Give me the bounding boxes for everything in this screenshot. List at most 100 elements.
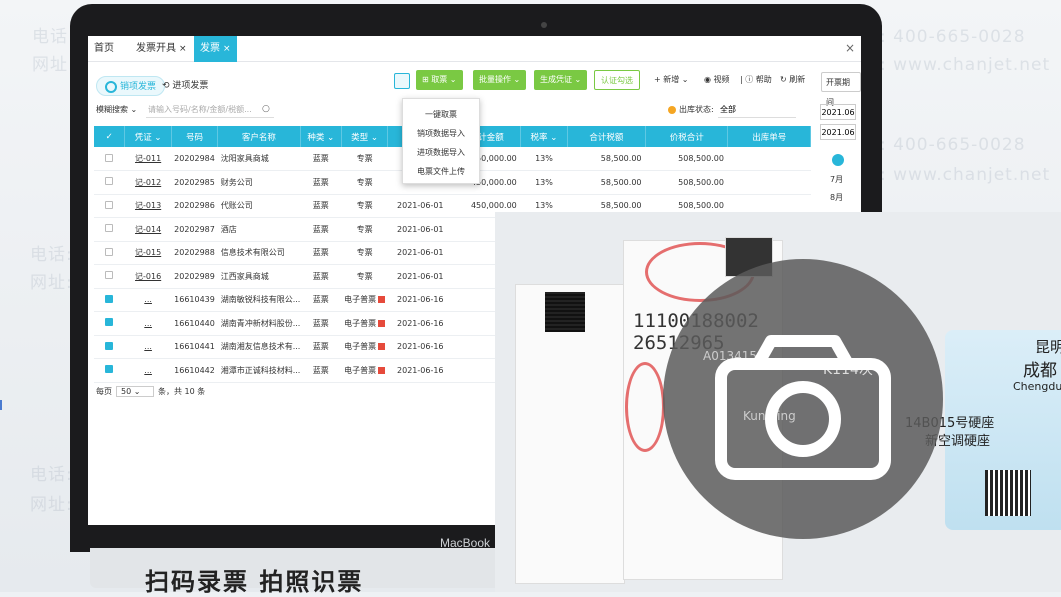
cell-voucher[interactable]: 记-014 <box>124 217 172 242</box>
row-checkbox[interactable] <box>94 217 125 242</box>
cell-name: 财务公司 <box>217 170 301 195</box>
grid-view-button[interactable] <box>394 73 410 89</box>
row-checkbox[interactable] <box>94 147 125 171</box>
row-checkbox[interactable] <box>94 194 125 218</box>
month-item[interactable]: 7月 <box>830 174 843 185</box>
checkbox-icon[interactable] <box>105 365 114 374</box>
month-item[interactable]: 8月 <box>830 192 843 203</box>
col-type[interactable]: 类型 ⌄ <box>341 126 389 147</box>
cell-kind: 蓝票 <box>300 311 342 336</box>
tab-invoice[interactable]: 发票 × <box>194 36 237 62</box>
checkbox-icon[interactable] <box>105 271 114 280</box>
cell-voucher[interactable]: 记-015 <box>124 241 172 265</box>
row-checkbox[interactable] <box>94 311 125 336</box>
pdf-icon[interactable] <box>378 296 386 304</box>
cell-tax: 58,500.00 <box>567 170 646 195</box>
page-size-select[interactable]: 50 ⌄ <box>116 386 154 397</box>
cell-text: 湖南敏锐科技有限公... <box>220 295 301 305</box>
cell-text: 电子普票 <box>344 318 377 328</box>
row-checkbox[interactable] <box>94 241 125 265</box>
checkbox-icon[interactable] <box>105 294 114 303</box>
checkbox-icon[interactable] <box>105 341 114 350</box>
select-all-checkbox[interactable]: ✓ <box>94 126 126 147</box>
invoice-photo: 11100188002 26512965 昆明 成都 Chengdu 14B01… <box>495 212 1061 592</box>
generate-voucher-button[interactable]: 生成凭证 ⌄ <box>534 70 588 90</box>
checkbox-icon[interactable] <box>105 153 114 162</box>
menu-item-file-upload[interactable]: 电票文件上传 <box>403 162 479 181</box>
cell-text: 酒店 <box>220 224 237 234</box>
period-end[interactable]: 2021.06 <box>820 124 856 140</box>
pdf-icon[interactable] <box>378 343 386 351</box>
window-close-icon[interactable]: × <box>845 41 855 55</box>
pdf-icon[interactable] <box>378 366 386 374</box>
cell-date: 2021-06-16 <box>387 358 453 383</box>
period-start[interactable]: 2021.06 <box>820 104 856 120</box>
search-icon[interactable]: ○ <box>262 104 270 114</box>
pager-label: 每页 <box>96 387 112 396</box>
col-rate[interactable]: 税率 ⌄ <box>520 126 568 147</box>
search-input[interactable]: 请输入号码/名称/金额/税额... <box>146 102 274 118</box>
cell-voucher[interactable]: 记-012 <box>124 170 172 195</box>
tab-invoice-issue[interactable]: 发票开具 × <box>130 36 193 62</box>
close-icon[interactable]: × <box>223 44 231 54</box>
video-button[interactable]: ◉ 视频 <box>698 70 736 90</box>
row-checkbox[interactable] <box>94 170 125 195</box>
fetch-invoice-button[interactable]: ⊞ 取票 ⌄ <box>416 70 463 90</box>
cell-type: 电子普票 <box>341 358 388 383</box>
add-button[interactable]: + 新增 ⌄ <box>648 70 695 90</box>
pdf-icon[interactable] <box>378 319 386 327</box>
status-select[interactable]: 全部 <box>718 102 796 118</box>
cell-type: 专票 <box>341 264 388 289</box>
tab-label: 首页 <box>94 43 114 54</box>
cell-no: 16610442 <box>171 358 218 383</box>
checkbox-icon[interactable] <box>105 177 114 186</box>
cell-text: 记-012 <box>135 177 162 187</box>
menu-item-purchase-import[interactable]: 进项数据导入 <box>403 143 479 162</box>
certify-button[interactable]: 认证勾选 <box>594 70 640 90</box>
row-checkbox[interactable] <box>94 264 125 289</box>
menu-item-one-click[interactable]: 一键取票 <box>403 105 479 124</box>
cell-text: 20202986 <box>174 201 215 211</box>
cell-text: 蓝票 <box>312 271 329 281</box>
help-button[interactable]: | ⓘ 帮助 <box>734 70 778 90</box>
checkbox-icon[interactable] <box>105 200 114 209</box>
close-icon[interactable]: × <box>179 44 187 54</box>
cell-rate: 13% <box>520 147 568 171</box>
cell-kind: 蓝票 <box>300 217 342 242</box>
row-checkbox[interactable] <box>94 288 125 312</box>
checkbox-icon[interactable] <box>105 224 114 233</box>
row-checkbox[interactable] <box>94 358 125 383</box>
cell-voucher[interactable]: 记-016 <box>124 264 172 289</box>
batch-operation-button[interactable]: 批量操作 ⌄ <box>473 70 527 90</box>
checkbox-icon[interactable] <box>105 318 114 327</box>
cell-voucher[interactable]: 记-011 <box>124 147 172 171</box>
cell-type: 专票 <box>341 217 388 242</box>
tab-purchase-invoice[interactable]: ⟲ 进项发票 <box>154 76 216 96</box>
cell-voucher[interactable]: ... <box>124 311 172 336</box>
checkbox-icon[interactable] <box>105 247 114 256</box>
menu-item-sales-import[interactable]: 销项数据导入 <box>403 124 479 143</box>
row-checkbox[interactable] <box>94 335 125 359</box>
col-voucher[interactable]: 凭证 ⌄ <box>124 126 172 147</box>
refresh-button[interactable]: ↻ 刷新 <box>774 70 811 90</box>
help-label: 帮助 <box>755 75 772 84</box>
cell-text: ... <box>144 295 152 305</box>
fuzzy-search-dropdown[interactable]: 模糊搜索 ⌄ <box>96 104 137 115</box>
tab-home[interactable]: 首页 <box>88 36 120 62</box>
cell-voucher[interactable]: ... <box>124 358 172 383</box>
refresh-label: 刷新 <box>789 75 806 84</box>
cell-text: 专票 <box>356 224 373 234</box>
cell-text: 2021-06-16 <box>397 365 444 375</box>
period-button[interactable]: 开票期间 <box>821 72 861 107</box>
cell-voucher[interactable]: 记-013 <box>124 194 172 218</box>
scroll-up-icon[interactable] <box>832 154 844 166</box>
cell-voucher[interactable]: ... <box>124 335 172 359</box>
status-dot-icon <box>668 105 676 114</box>
cell-no: 20202989 <box>171 264 218 289</box>
cell-text: 2021-06-01 <box>397 248 444 258</box>
toolbar: 销项发票 ⟲ 进项发票 ⊞ 取票 ⌄ 批量操作 ⌄ 生成凭证 ⌄ 认证勾选 + … <box>88 70 861 107</box>
cell-voucher[interactable]: ... <box>124 288 172 312</box>
cell-text: 20202985 <box>174 177 215 187</box>
col-kind[interactable]: 种类 ⌄ <box>300 126 342 147</box>
cell-name: 湘潭市正诚科技材料... <box>217 358 301 383</box>
